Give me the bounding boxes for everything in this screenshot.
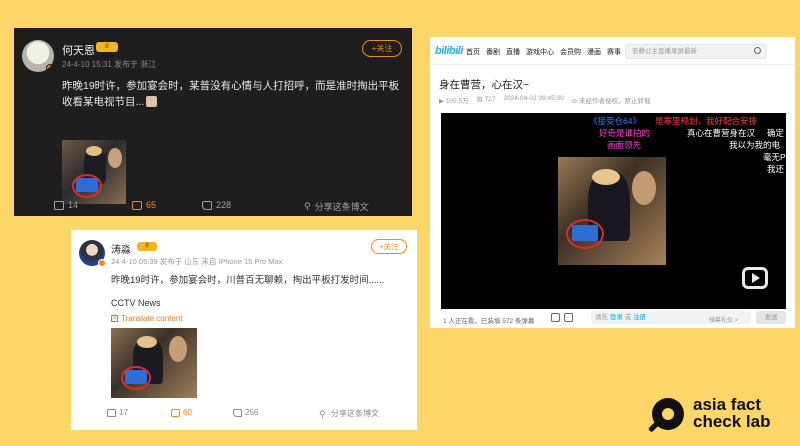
danmaku-comment: 我以为我的电 xyxy=(729,140,781,150)
video-title: 身在曹营，心在汉~ xyxy=(439,79,530,91)
translate-link[interactable]: 文 Translate content xyxy=(111,314,183,323)
danmaku-comment: 我还 xyxy=(767,164,785,174)
video-stats: ▶ 105.5万 ▤ 727 2024-04-02 09:45:00 ⊘ 未经作… xyxy=(439,95,651,105)
comment-button[interactable]: 65 xyxy=(132,200,156,210)
comment-icon xyxy=(171,408,180,417)
tv-play-icon[interactable] xyxy=(742,267,768,289)
share-icon: ⚲ xyxy=(304,201,311,211)
comment-icon xyxy=(132,200,142,210)
post-source: CCTV News xyxy=(111,298,161,308)
emoji-icon xyxy=(146,96,158,107)
nav-item-esports[interactable]: 赛事 xyxy=(607,47,621,57)
like-icon xyxy=(233,408,242,417)
bilibili-video-page: bilibili 首页 番剧 直播 游戏中心 会员购 漫画 赛事 安静公主直播录… xyxy=(430,37,795,328)
nav-item-live[interactable]: 直播 xyxy=(506,47,520,57)
user-name[interactable]: 涛淼 xyxy=(111,241,131,256)
level-badge: 8 xyxy=(137,242,157,251)
top-nav-bar: bilibili 首页 番剧 直播 游戏中心 会员购 漫画 赛事 安静公主直播录… xyxy=(430,37,795,65)
danmaku-settings-icon[interactable] xyxy=(564,313,573,322)
post-meta: 24-4-10 05:39 发布于 山东 来自 iPhone 15 Pro Ma… xyxy=(111,257,283,266)
level-badge: 8 xyxy=(96,42,118,52)
nav-item-anime[interactable]: 番剧 xyxy=(486,47,500,57)
post-footer: 17 60 256 ⚲ 分享这条博文 xyxy=(71,406,417,424)
post-text: 昨晚19时许，参加宴会时，川普百无聊赖，掏出平板打发时间...... xyxy=(111,275,385,286)
verified-badge-icon xyxy=(98,259,106,267)
nav-item-home[interactable]: 首页 xyxy=(466,47,480,57)
danmaku-comment: 是寒里规划，我好配合安排 xyxy=(655,116,758,126)
danmaku-comment: 毫无P xyxy=(763,152,786,162)
post-image[interactable] xyxy=(111,328,197,398)
video-frame xyxy=(558,157,666,265)
search-input[interactable]: 安静公主直播录屏最新 xyxy=(625,44,767,59)
danmaku-comment: 《接受仓64》 xyxy=(589,116,641,126)
copyright-notice: ⊘ 未经作者授权，禁止转载 xyxy=(571,98,651,105)
repost-button[interactable]: 17 xyxy=(107,408,128,417)
search-icon[interactable] xyxy=(754,47,761,54)
post-meta: 24-4-10 15:31 发布于 浙江 xyxy=(62,60,157,69)
post-footer: 14 65 228 ⚲ 分享这条博文 xyxy=(14,194,412,216)
video-player[interactable]: 《接受仓64》 是寒里规划，我好配合安排 好奇是谁拍的 真心在曹营身在汉 确定 … xyxy=(441,113,786,309)
post-text: 昨晚19时许，参加宴会时，某普没有心情与人打招呼，而是准时掏出平板收看某电视节目… xyxy=(62,80,400,108)
watching-count: 1 人正在看，已装填 572 条弹幕 xyxy=(443,318,535,325)
nav-menu: 首页 番剧 直播 游戏中心 会员购 漫画 赛事 xyxy=(466,47,621,57)
bilibili-logo[interactable]: bilibili xyxy=(435,45,463,57)
danmaku-comment: 好奇是谁拍的 xyxy=(599,128,651,138)
register-link[interactable]: 注册 xyxy=(633,314,646,321)
like-icon xyxy=(202,200,212,210)
weibo-post-light: 涛淼 8 24-4-10 05:39 发布于 山东 来自 iPhone 15 P… xyxy=(71,230,417,430)
comment-button[interactable]: 60 xyxy=(171,408,192,417)
publish-date: 2024-04-02 09:45:00 xyxy=(503,95,564,102)
brand-logo-text: asia fact check lab xyxy=(693,395,771,431)
repost-button[interactable]: 14 xyxy=(54,200,78,210)
share-button[interactable]: ⚲ 分享这条博文 xyxy=(304,200,369,213)
avatar[interactable] xyxy=(22,40,54,72)
danmaku-count: ▤ 727 xyxy=(476,96,496,103)
like-button[interactable]: 228 xyxy=(202,200,231,210)
follow-button[interactable]: +关注 xyxy=(371,239,407,254)
avatar[interactable] xyxy=(79,240,106,267)
verified-badge-icon xyxy=(46,64,54,72)
translate-icon: 文 xyxy=(111,315,118,322)
share-button[interactable]: ⚲ 分享这条博文 xyxy=(319,408,379,419)
danmaku-comment: 真心在曹营身在汉 xyxy=(687,128,756,138)
danmaku-bar: 1 人正在看，已装填 572 条弹幕 请先 登录 或 注册 弹幕礼仪 > 发送 xyxy=(441,311,786,326)
nav-item-manga[interactable]: 漫画 xyxy=(587,47,601,57)
nav-item-shop[interactable]: 会员购 xyxy=(560,47,581,57)
share-icon: ⚲ xyxy=(319,408,326,419)
like-button[interactable]: 256 xyxy=(233,408,258,417)
follow-button[interactable]: +关注 xyxy=(362,40,402,57)
nav-item-games[interactable]: 游戏中心 xyxy=(526,47,554,57)
repost-icon xyxy=(54,200,64,210)
danmaku-comment: 确定 xyxy=(767,128,785,138)
danmaku-etiquette-link[interactable]: 弹幕礼仪 > xyxy=(709,315,738,324)
view-count: ▶ 105.5万 xyxy=(439,98,469,105)
send-button[interactable]: 发送 xyxy=(756,311,786,324)
repost-icon xyxy=(107,408,116,417)
danmaku-comment: 画面领先 xyxy=(607,140,642,150)
user-name[interactable]: 何天恩 xyxy=(62,42,95,58)
danmaku-toggle-icon[interactable] xyxy=(551,313,560,322)
login-link[interactable]: 登录 xyxy=(610,314,623,321)
weibo-post-dark: 何天恩 8 24-4-10 15:31 发布于 浙江 +关注 昨晚19时许，参加… xyxy=(14,28,412,216)
